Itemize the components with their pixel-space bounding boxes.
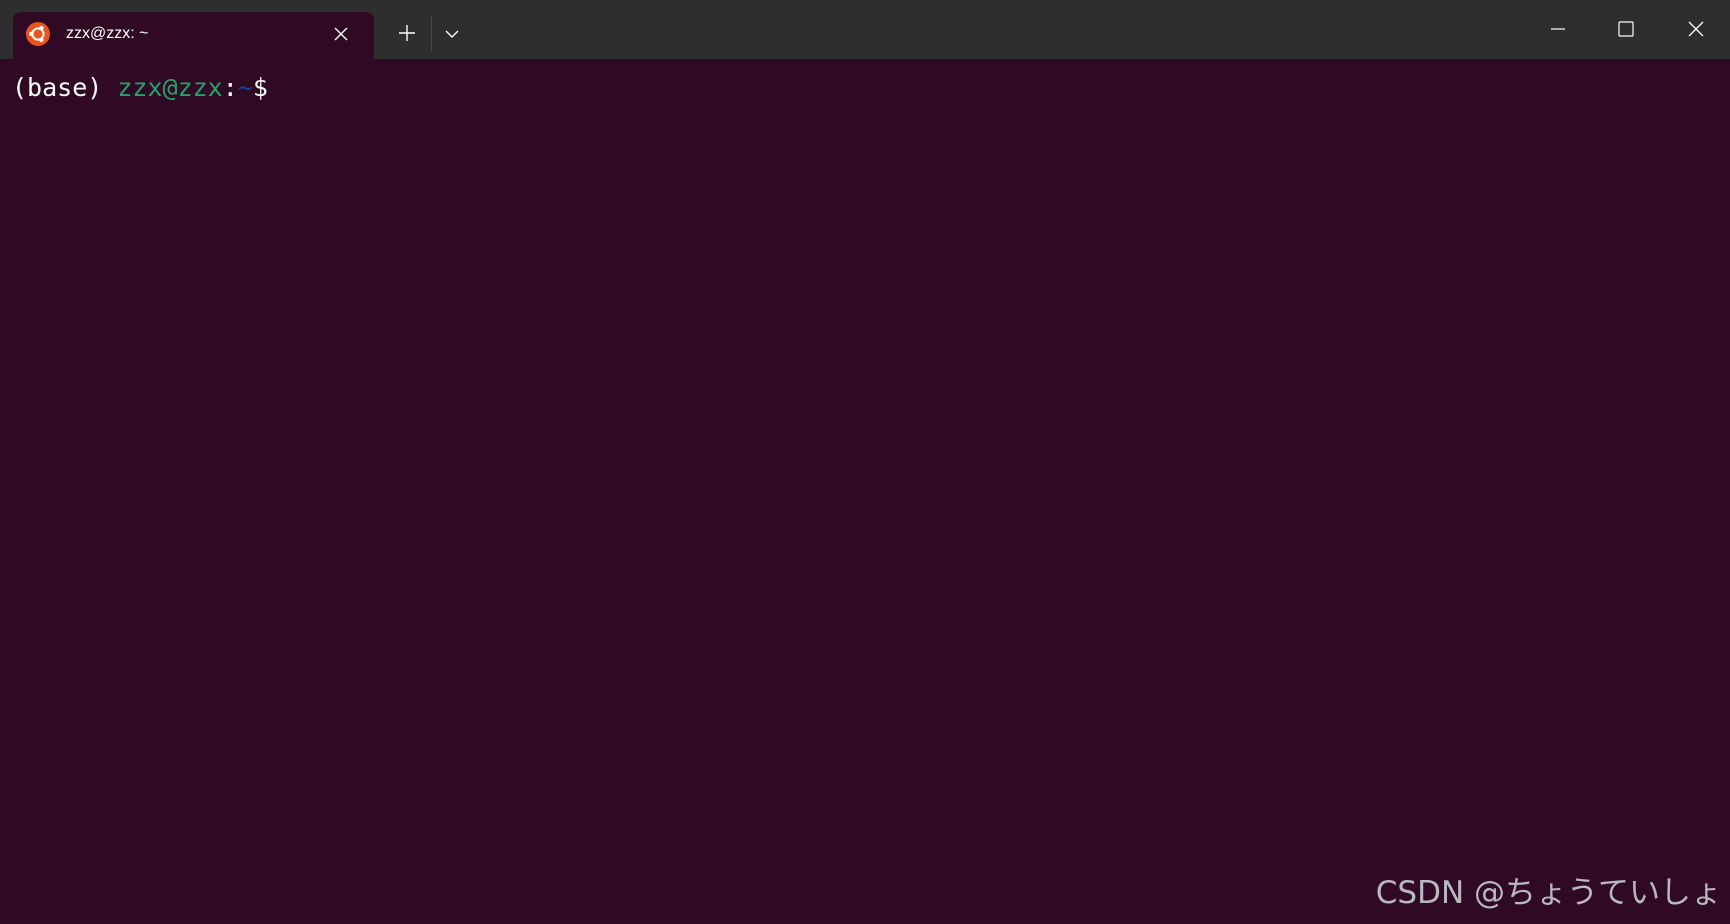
conda-env: (base) [12,73,103,102]
plus-icon[interactable] [394,20,420,46]
tab-separator [431,17,432,51]
chevron-down-icon[interactable] [440,22,464,46]
title-bar[interactable]: zzx@zzx: ~ [0,0,1730,59]
close-icon[interactable] [330,23,352,45]
current-path: ~ [237,73,253,102]
ubuntu-logo-icon [26,22,50,46]
close-icon[interactable] [1681,14,1711,44]
user-host: zzx@zzx [117,73,223,102]
prompt-symbol: $ [252,73,268,102]
minimize-icon[interactable] [1543,14,1573,44]
watermark: CSDN @ちょうていしょ [1375,875,1722,911]
terminal-area[interactable]: (base) zzx@zzx:~$ CSDN @ちょうていしょ [0,59,1730,924]
maximize-icon[interactable] [1611,14,1641,44]
terminal-window: zzx@zzx: ~ (base) zzx@zzx:~$ CSDN @ちょうてい… [0,0,1730,924]
prompt-line: (base) zzx@zzx:~$ [12,73,268,103]
tab-title: zzx@zzx: ~ [66,25,149,42]
prompt-colon: : [222,73,238,102]
tab-active[interactable]: zzx@zzx: ~ [13,12,374,59]
